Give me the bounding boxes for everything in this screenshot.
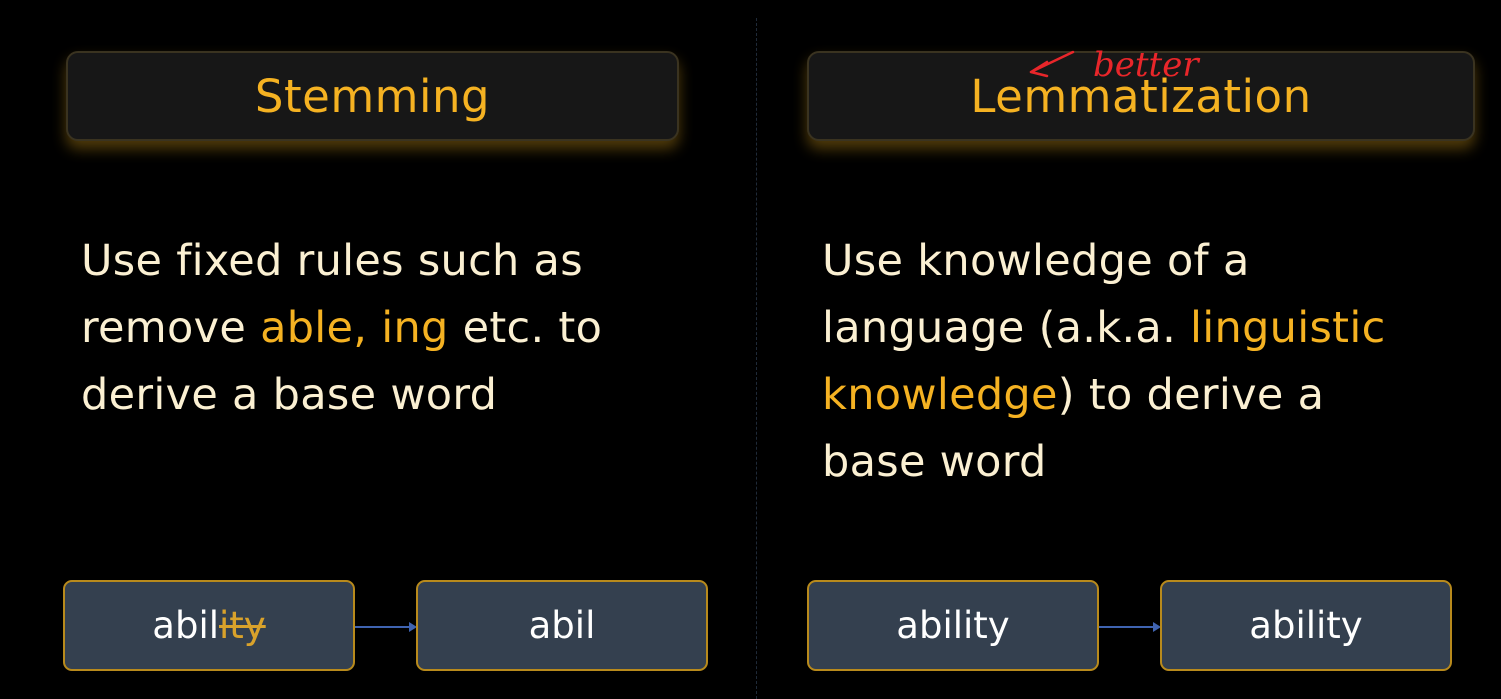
lemmatization-knowledge-highlight: knowledge <box>822 370 1058 420</box>
stemming-output-box: abil <box>416 580 708 671</box>
lemmatization-linguistic-highlight: linguistic <box>1190 303 1386 353</box>
stemming-line-2-prefix: remove <box>81 303 261 353</box>
lemmatization-input: ability <box>896 604 1010 647</box>
column-divider <box>756 18 757 699</box>
stemming-input-box: abil ity <box>63 580 355 671</box>
lemmatization-line-1: Use knowledge of a <box>822 236 1250 286</box>
lemmatization-output-box: ability <box>1160 580 1452 671</box>
lemmatization-arrow <box>1099 622 1161 632</box>
stemming-line-2: remove able, ing etc. to <box>81 295 602 362</box>
handwritten-better-annotation: better <box>1029 45 1200 85</box>
lemmatization-line-2: language (a.k.a. linguistic <box>822 295 1386 362</box>
lemmatization-line-4: base word <box>822 437 1047 487</box>
stemming-input-kept: abil <box>152 604 220 647</box>
stemming-input-struck: ity <box>219 604 266 647</box>
stemming-line-2-suffix: etc. to <box>448 303 603 353</box>
lemmatization-output: ability <box>1249 604 1363 647</box>
lemmatization-input-box: ability <box>807 580 1099 671</box>
lemmatization-line-2-prefix: language (a.k.a. <box>822 303 1191 353</box>
stemming-arrow <box>355 622 417 632</box>
stemming-line-1: Use fixed rules such as <box>81 236 583 286</box>
lemmatization-line-3-suffix: ) to derive a <box>1057 370 1325 420</box>
stemming-title-box: Stemming <box>66 51 679 141</box>
annotation-text: better <box>1093 45 1200 85</box>
lemmatization-description: Use knowledge of a language (a.k.a. ling… <box>822 228 1386 496</box>
stemming-line-3: derive a base word <box>81 370 498 420</box>
lemmatization-line-3: knowledge) to derive a <box>822 362 1386 429</box>
stemming-output: abil <box>528 604 596 647</box>
stemming-description: Use fixed rules such as remove able, ing… <box>81 228 602 429</box>
stemming-suffix-highlight: able, ing <box>260 303 449 353</box>
stemming-title: Stemming <box>254 69 491 123</box>
